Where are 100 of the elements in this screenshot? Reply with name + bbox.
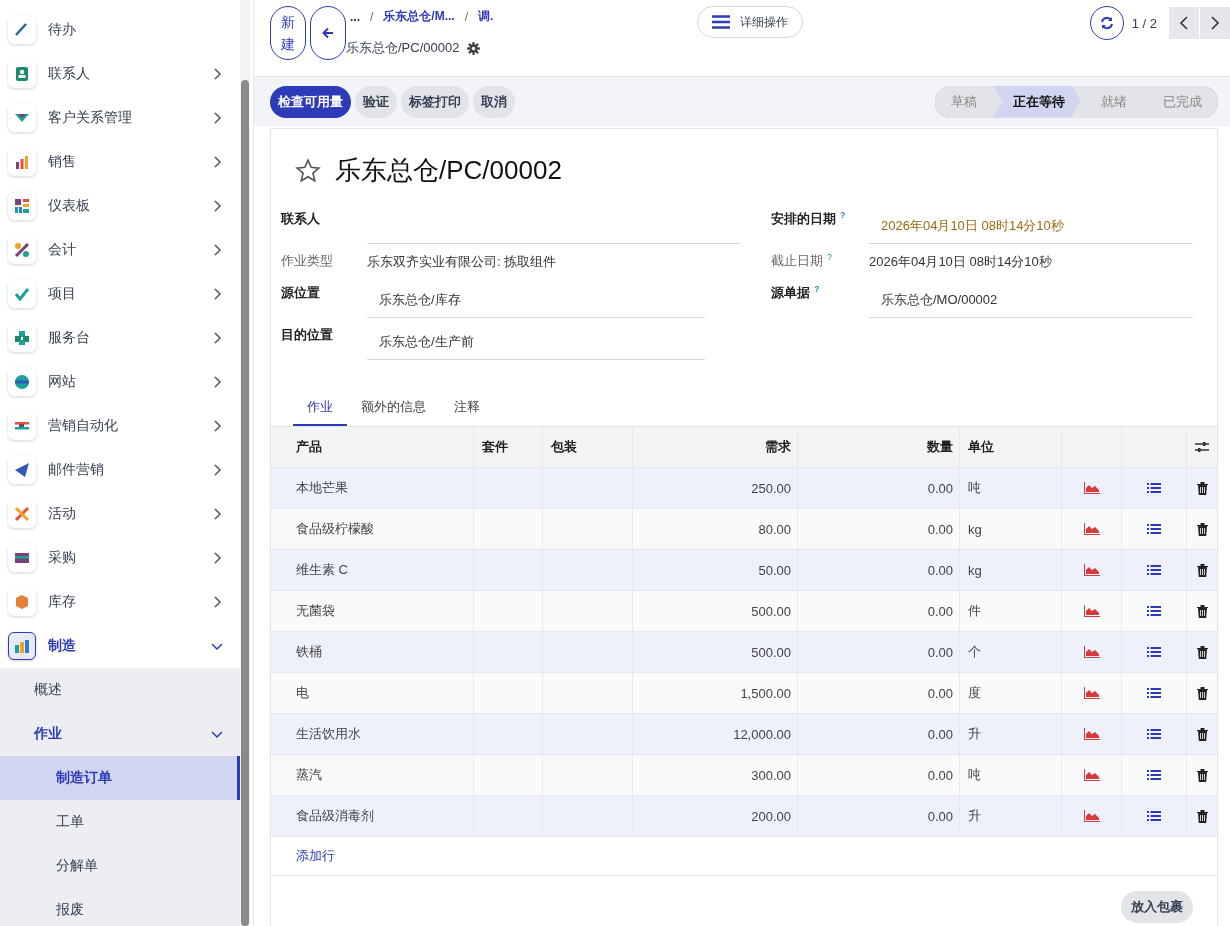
submenu-item[interactable]: 制造订单: [0, 756, 240, 800]
app-icon: [8, 280, 36, 308]
table-cell: 0.00: [797, 550, 959, 590]
table-cell: 吨: [959, 755, 1061, 795]
table-cell: 0.00: [797, 796, 959, 836]
trash-icon[interactable]: [1196, 768, 1208, 782]
table-cell: 50.00: [632, 550, 797, 590]
breadcrumb-link[interactable]: 乐东总仓/M...: [383, 8, 455, 25]
breadcrumb-link[interactable]: 调.: [478, 8, 494, 25]
refresh-button[interactable]: [1089, 6, 1124, 40]
status-stage[interactable]: 正在等待: [993, 85, 1081, 118]
next-button[interactable]: [1200, 7, 1230, 39]
area-chart-icon[interactable]: [1083, 605, 1100, 617]
actions-button[interactable]: 详细操作: [697, 6, 803, 38]
table-cell-text: 食品级柠檬酸: [295, 520, 375, 538]
list-icon[interactable]: [1147, 810, 1161, 822]
breadcrumb-link[interactable]: ...: [350, 9, 360, 24]
column-header[interactable]: 套件: [473, 427, 542, 467]
list-icon[interactable]: [1147, 646, 1161, 658]
list-icon[interactable]: [1147, 523, 1161, 535]
table-cell-text: 食品级消毒剂: [295, 807, 375, 825]
area-chart-icon[interactable]: [1083, 523, 1100, 535]
trash-icon[interactable]: [1196, 522, 1208, 536]
field-label: 目的位置: [281, 326, 334, 344]
field-label: 源位置: [281, 284, 321, 302]
submenu-item[interactable]: 报废: [0, 888, 240, 926]
submenu-item[interactable]: 概述: [0, 668, 240, 712]
table-cell-text: 无菌袋: [295, 602, 336, 620]
list-icon[interactable]: [1147, 564, 1161, 576]
column-header[interactable]: 数量: [797, 427, 959, 467]
gear-icon[interactable]: [467, 41, 481, 55]
table-cell: 0.00: [797, 509, 959, 549]
trash-icon[interactable]: [1196, 481, 1208, 495]
back-button[interactable]: [310, 6, 346, 60]
area-chart-icon[interactable]: [1083, 482, 1100, 494]
chevron-right-icon: [1210, 16, 1220, 30]
area-chart-icon[interactable]: [1083, 769, 1100, 781]
table-cell-text: 生活饮用水: [295, 725, 362, 743]
submenu-item[interactable]: 分解单: [0, 844, 240, 888]
action-button[interactable]: 标签打印: [401, 85, 469, 118]
area-chart-icon[interactable]: [1083, 687, 1100, 699]
field-label: 作业类型: [281, 252, 334, 270]
table-cell: 个: [959, 632, 1061, 672]
app-icon: [8, 148, 36, 176]
app-icon: [8, 324, 36, 352]
field-value: 2026年04月10日 08时14分10秒: [869, 253, 1053, 271]
action-button[interactable]: 取消: [473, 85, 515, 118]
input-field[interactable]: 乐东总仓/MO/00002: [869, 282, 1193, 318]
column-header[interactable]: 需求: [632, 427, 797, 467]
submenu-item[interactable]: 作业: [0, 712, 240, 756]
submenu-item[interactable]: 工单: [0, 800, 240, 844]
column-header[interactable]: 包装: [542, 427, 632, 467]
app-icon: [8, 412, 36, 440]
trash-icon[interactable]: [1196, 645, 1208, 659]
trash-icon[interactable]: [1196, 604, 1208, 618]
input-field[interactable]: 乐东总仓/库存: [367, 282, 705, 318]
table-cell: 度: [959, 673, 1061, 713]
trash-icon[interactable]: [1196, 809, 1208, 823]
list-icon[interactable]: [1147, 605, 1161, 617]
form-tab[interactable]: 注释: [440, 390, 494, 426]
list-icon[interactable]: [1147, 687, 1161, 699]
action-button[interactable]: 验证: [355, 85, 397, 118]
app-icon: [8, 16, 36, 44]
input-field[interactable]: 2026年04月10日 08时14分10秒: [869, 208, 1193, 244]
app-icon: [8, 192, 36, 220]
new-button[interactable]: 新建: [270, 6, 306, 60]
area-chart-icon[interactable]: [1083, 728, 1100, 740]
form-tab[interactable]: 额外的信息: [347, 390, 440, 426]
app-icon: [8, 500, 36, 528]
refresh-icon: [1099, 16, 1114, 30]
table-cell: 0.00: [797, 673, 959, 713]
star-icon[interactable]: [295, 157, 321, 184]
menu-icon: [712, 15, 730, 29]
arrow-left-icon: [322, 27, 334, 39]
add-line-link[interactable]: 添加行: [296, 847, 335, 865]
action-button[interactable]: 检查可用量: [270, 85, 351, 118]
trash-icon[interactable]: [1196, 563, 1208, 577]
table-cell: 500.00: [632, 632, 797, 672]
column-header[interactable]: 单位: [959, 427, 1061, 467]
put-in-pack-button[interactable]: 放入包裹: [1121, 891, 1193, 923]
scrollbar[interactable]: [240, 0, 250, 926]
table-cell: 0.00: [797, 755, 959, 795]
table-cell: 0.00: [797, 632, 959, 672]
breadcrumb-separator: /: [370, 9, 374, 24]
table-cell: 12,000.00: [632, 714, 797, 754]
area-chart-icon[interactable]: [1083, 810, 1100, 822]
previous-button[interactable]: [1169, 7, 1199, 39]
list-icon[interactable]: [1147, 728, 1161, 740]
trash-icon[interactable]: [1196, 727, 1208, 741]
area-chart-icon[interactable]: [1083, 564, 1100, 576]
column-header[interactable]: 产品: [271, 427, 473, 467]
list-icon[interactable]: [1147, 769, 1161, 781]
breadcrumb-separator: /: [464, 9, 469, 24]
app-icon: [8, 368, 36, 396]
input-field[interactable]: 乐东总仓/生产前: [367, 324, 705, 360]
settings-sliders-icon[interactable]: [1195, 441, 1209, 453]
table-cell: 吨: [959, 468, 1061, 508]
list-icon[interactable]: [1147, 482, 1161, 494]
area-chart-icon[interactable]: [1083, 646, 1100, 658]
trash-icon[interactable]: [1196, 686, 1208, 700]
